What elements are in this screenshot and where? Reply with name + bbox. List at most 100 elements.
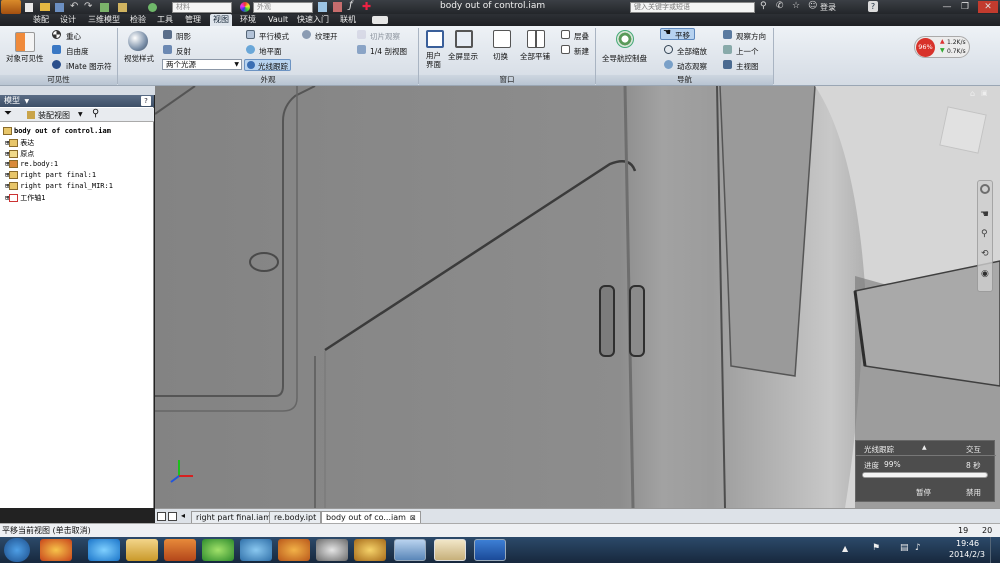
zoom-icon[interactable]: ⚲ bbox=[981, 229, 988, 239]
view-cube[interactable] bbox=[939, 106, 987, 154]
select-icon[interactable] bbox=[118, 3, 127, 12]
look-at-button[interactable]: 观察方向 bbox=[736, 31, 766, 42]
find-icon[interactable]: ⚲ bbox=[92, 108, 99, 119]
menu-tab-assemble[interactable]: 装配 bbox=[33, 14, 49, 26]
tree-item-right-part-mir[interactable]: ⊞ right part final_MIR:1 bbox=[5, 182, 113, 190]
section-view-button[interactable]: 切片观察 bbox=[370, 31, 400, 42]
menu-tab-view[interactable]: 视图 bbox=[210, 14, 232, 26]
menu-tab-3dmodel[interactable]: 三维模型 bbox=[88, 14, 120, 26]
orbit-button[interactable]: 动态观察 bbox=[677, 61, 707, 72]
login-link[interactable]: 登录 bbox=[820, 2, 836, 13]
lighting-dropdown[interactable]: 两个光源 ▼ bbox=[162, 59, 242, 70]
tree-item-right-part[interactable]: ⊞ right part final:1 bbox=[5, 171, 96, 179]
tile-windows-icon[interactable] bbox=[157, 512, 166, 521]
tray-volume-icon[interactable]: ♪ bbox=[915, 543, 921, 553]
update-icon[interactable] bbox=[148, 3, 157, 12]
switch-button[interactable]: 切换 bbox=[493, 51, 508, 62]
taskbar-bird-icon[interactable] bbox=[240, 539, 272, 561]
pan-icon[interactable]: ☚ bbox=[980, 209, 989, 220]
open-icon[interactable] bbox=[40, 3, 50, 11]
taskbar-player-icon[interactable] bbox=[316, 539, 348, 561]
previous-view-button[interactable]: 上一个 bbox=[736, 46, 759, 57]
tray-clock-date[interactable]: 2014/2/3 bbox=[949, 550, 985, 559]
ribbon-toggle-button[interactable] bbox=[372, 16, 388, 24]
viewport-maximize-icon[interactable]: ▣ bbox=[981, 89, 988, 97]
tray-network-icon[interactable]: ▤ bbox=[900, 543, 909, 553]
search-input[interactable]: 键入关键字或短语 bbox=[630, 2, 755, 13]
close-button[interactable]: ✕ bbox=[978, 1, 998, 13]
taskbar-inventor-icon[interactable] bbox=[434, 539, 466, 561]
model-browser-header[interactable]: 模型 ▼ ? bbox=[0, 95, 154, 107]
taskbar-word-icon[interactable] bbox=[474, 539, 506, 561]
net-monitor-widget[interactable]: 96% 1.2K/s 0.7K/s ▲ ▼ bbox=[914, 36, 970, 58]
taskbar-browser-icon[interactable] bbox=[278, 539, 310, 561]
texture-on-button[interactable]: 纹理开 bbox=[315, 31, 338, 42]
progress-mode[interactable]: 交互 bbox=[966, 444, 981, 455]
show-desktop-button[interactable] bbox=[990, 537, 1000, 563]
menu-tab-online[interactable]: 联机 bbox=[340, 14, 356, 26]
menu-tab-inspect[interactable]: 检验 bbox=[130, 14, 146, 26]
cascade-button[interactable]: 层叠 bbox=[574, 31, 589, 42]
shadows-button[interactable]: 阴影 bbox=[176, 31, 191, 42]
pause-button[interactable]: 暂停 bbox=[916, 487, 931, 498]
doc-tab-body-out-of-control[interactable]: body out of co...iam ⊠ bbox=[321, 511, 421, 523]
start-button[interactable] bbox=[4, 538, 30, 562]
taskbar-app-360-icon[interactable] bbox=[40, 539, 72, 561]
app-logo[interactable] bbox=[1, 0, 21, 14]
comm-center-icon[interactable]: ✆ bbox=[776, 1, 784, 11]
minimize-button[interactable]: — bbox=[940, 1, 954, 13]
tile-all-button[interactable]: 全部平铺 bbox=[520, 51, 550, 62]
dof-button[interactable]: 自由度 bbox=[66, 46, 89, 57]
return-icon[interactable] bbox=[100, 3, 109, 12]
undo-icon[interactable]: ↶ bbox=[70, 1, 78, 12]
tree-item-work-axis[interactable]: ⊞ 工作轴1 bbox=[5, 193, 45, 203]
save-icon[interactable] bbox=[55, 3, 64, 12]
clear-override-icon[interactable] bbox=[318, 2, 327, 12]
visual-style-button[interactable]: 视觉样式 bbox=[124, 53, 154, 64]
view-mode-dropdown[interactable]: 装配视图 bbox=[38, 110, 70, 121]
tray-flag-icon[interactable]: ⚑ bbox=[872, 543, 880, 553]
fx-icon[interactable]: ƒ bbox=[349, 0, 353, 11]
appearance-dropdown[interactable]: 外观 bbox=[253, 2, 313, 13]
taskbar-explorer-icon[interactable] bbox=[126, 539, 158, 561]
taskbar-chrome-icon[interactable] bbox=[202, 539, 234, 561]
collapse-icon[interactable]: ▲ bbox=[922, 444, 927, 451]
taskbar-ie-icon[interactable] bbox=[88, 539, 120, 561]
taskbar-game-icon[interactable] bbox=[354, 539, 386, 561]
measure-icon[interactable]: ✚ bbox=[362, 0, 371, 13]
search-icon[interactable]: ⚲ bbox=[760, 1, 767, 11]
orbit-icon[interactable]: ⟲ bbox=[981, 249, 989, 259]
cascade-windows-icon[interactable] bbox=[168, 512, 177, 521]
material-dropdown[interactable]: 材料 bbox=[172, 2, 232, 13]
disable-button[interactable]: 禁用 bbox=[966, 487, 981, 498]
menu-tab-get-started[interactable]: 快速入门 bbox=[297, 14, 329, 26]
filter-icon[interactable]: ⏷ bbox=[4, 108, 12, 119]
user-interface-button[interactable]: 用户界面 bbox=[426, 51, 444, 69]
redo-icon[interactable]: ↷ bbox=[84, 1, 92, 12]
quarter-section-button[interactable]: 1/4 剖视图 bbox=[370, 46, 407, 57]
menu-tab-tools[interactable]: 工具 bbox=[157, 14, 173, 26]
object-visibility-button[interactable]: 对象可见性 bbox=[6, 53, 44, 64]
new-window-button[interactable]: 新建 bbox=[574, 46, 589, 57]
taskbar-media-icon[interactable] bbox=[164, 539, 196, 561]
tree-item-rebody[interactable]: ⊞ re.body:1 bbox=[5, 160, 58, 168]
close-icon[interactable]: ⊠ bbox=[410, 514, 416, 522]
tree-item-representations[interactable]: ⊞ 表达 bbox=[5, 138, 34, 148]
steering-wheels-button[interactable]: 全导航控制盘 bbox=[602, 53, 647, 64]
restore-button[interactable]: ❐ bbox=[958, 1, 972, 13]
menu-tab-manage[interactable]: 管理 bbox=[185, 14, 201, 26]
steering-wheel-icon[interactable] bbox=[980, 184, 990, 194]
zoom-all-button[interactable]: 全部缩放 bbox=[677, 46, 707, 57]
new-icon[interactable] bbox=[25, 3, 33, 12]
ground-plane-button[interactable]: 地平面 bbox=[259, 46, 282, 57]
tab-list-icon[interactable]: ◂ bbox=[181, 511, 185, 520]
doc-tab-rebody[interactable]: re.body.ipt bbox=[269, 511, 322, 523]
adjust-icon[interactable] bbox=[333, 2, 342, 12]
tray-clock-time[interactable]: 19:46 bbox=[956, 539, 979, 548]
tree-root[interactable]: body out of control.iam bbox=[3, 127, 111, 135]
home-view-button[interactable]: 主视图 bbox=[736, 61, 759, 72]
user-icon[interactable]: ☺ bbox=[808, 1, 817, 11]
star-icon[interactable]: ☆ bbox=[792, 1, 800, 11]
pan-button[interactable]: ☚ 平移 bbox=[660, 28, 695, 40]
home-icon[interactable]: ⌂ bbox=[970, 89, 975, 98]
